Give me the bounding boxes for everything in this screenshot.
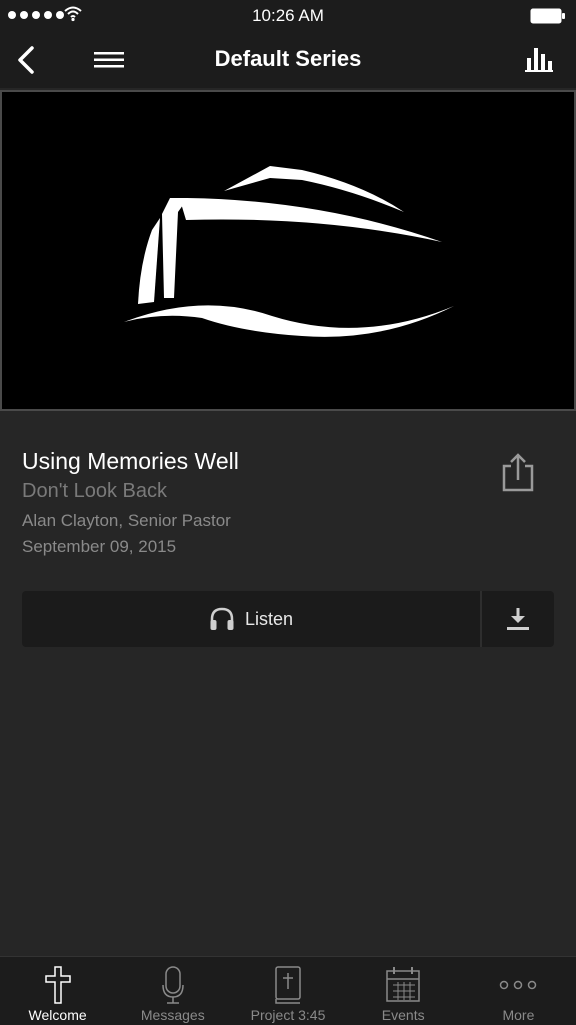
ark-logo <box>124 166 454 337</box>
series-artwork <box>0 90 576 411</box>
tab-project[interactable]: Project 3:45 <box>230 957 345 1025</box>
bible-icon <box>275 966 301 1004</box>
bar-chart-icon[interactable] <box>524 44 554 74</box>
tab-bar: Welcome Messages Project 3:45 Events Mor… <box>0 956 576 1025</box>
battery-icon <box>530 8 565 24</box>
tab-messages[interactable]: Messages <box>115 957 230 1025</box>
tab-label: Events <box>381 1007 425 1023</box>
calendar-icon <box>386 967 420 1002</box>
tab-label: Project 3:45 <box>250 1007 326 1023</box>
listen-button[interactable]: Listen <box>22 591 480 647</box>
tab-events[interactable]: Events <box>346 957 461 1025</box>
headphones-icon <box>210 607 234 630</box>
tab-label: Messages <box>140 1007 205 1023</box>
sermon-title: Using Memories Well <box>22 448 239 474</box>
cross-icon <box>44 966 71 1004</box>
sermon-details: Using Memories Well Don't Look Back Alan… <box>22 446 239 560</box>
tab-label: Welcome <box>28 1007 87 1023</box>
microphone-icon <box>162 966 184 1004</box>
series-name: Don't Look Back <box>22 480 168 502</box>
page-title: Default Series <box>214 46 362 71</box>
tab-label: More <box>502 1007 535 1023</box>
status-time: 10:26 AM <box>252 6 324 25</box>
tab-more[interactable]: More <box>461 957 576 1025</box>
more-dots-icon <box>500 980 537 990</box>
download-icon <box>507 608 529 630</box>
download-button[interactable] <box>482 591 554 647</box>
navigation-bar: Default Series <box>0 32 576 88</box>
tab-welcome[interactable]: Welcome <box>0 957 115 1025</box>
speaker-name: Alan Clayton, Senior Pastor <box>22 511 231 530</box>
share-icon[interactable] <box>500 452 536 494</box>
sermon-date: September 09, 2015 <box>22 537 177 556</box>
media-actions: Listen <box>22 591 554 647</box>
listen-label: Listen <box>244 608 294 629</box>
status-bar: 10:26 AM <box>0 0 576 32</box>
